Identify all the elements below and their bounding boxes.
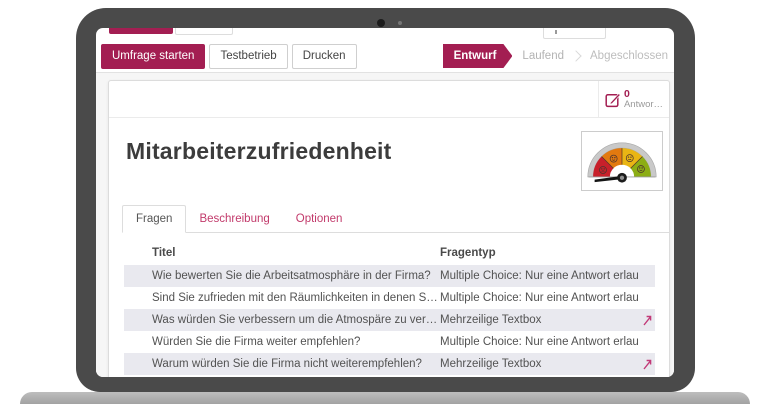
column-fragentyp: Fragentyp [440,247,639,259]
answers-text: 0 Antwor… [624,89,663,110]
table-row[interactable]: Würden Sie die Firma weiter empfehlen? M… [124,331,655,353]
satisfaction-gauge-icon [584,134,660,188]
toolbar-actions: Umfrage starten Testbetrieb Drucken [101,44,357,69]
question-title: Würden Sie die Firma weiter empfehlen? [124,336,440,348]
cutoff-secondary-button[interactable] [175,28,233,35]
test-mode-button[interactable]: Testbetrieb [209,44,287,69]
question-title: Was würden Sie verbessern um die Atmospä… [124,314,440,326]
workflow-steps: Entwurf Laufend Abgeschlossen [443,44,668,68]
table-row[interactable]: Warum würden Sie die Firma nicht weitere… [124,353,655,375]
question-type: Mehrzeilige Textbox [440,314,639,326]
table-body: Wie bewerten Sie die Arbeitsatmosphäre i… [124,265,655,375]
column-titel: Titel [124,247,440,259]
tab-fragen[interactable]: Fragen [122,205,186,233]
question-title: Warum würden Sie die Firma nicht weitere… [124,358,440,370]
table-row[interactable]: Sind Sie zufrieden mit den Räumlichkeite… [124,287,655,309]
cutoff-dropdown[interactable] [543,28,606,39]
edit-pencil-icon [605,91,622,108]
question-type: Multiple Choice: Nur eine Antwort erlaub… [440,336,639,348]
tab-beschreibung[interactable]: Beschreibung [186,206,282,232]
questions-table: Titel Fragentyp Wie bewerten Sie die Arb… [124,241,655,375]
table-header: Titel Fragentyp [124,241,655,265]
card-tabs: Fragen Beschreibung Optionen [122,205,669,233]
workflow-step-abgeschlossen[interactable]: Abgeschlossen [590,50,668,62]
satisfaction-gauge-box [581,131,663,191]
question-type: Multiple Choice: Nur eine Antwort erlaub… [440,292,639,304]
start-survey-button[interactable]: Umfrage starten [101,44,205,69]
answers-badge[interactable]: 0 Antwor… [598,81,669,117]
cutoff-primary-button[interactable] [109,28,173,34]
question-title: Sind Sie zufrieden mit den Räumlichkeite… [124,292,440,304]
print-button[interactable]: Drucken [292,44,357,69]
webcam-icon [377,19,385,27]
row-icon-cell [639,315,655,326]
survey-toolbar: Umfrage starten Testbetrieb Drucken Entw… [96,40,674,73]
chevron-right-icon [570,50,581,61]
webcam-led-icon [398,21,402,25]
branch-logic-icon [643,315,652,326]
branch-logic-icon [643,359,652,370]
table-row[interactable]: Was würden Sie verbessern um die Atmospä… [124,309,655,331]
tab-optionen[interactable]: Optionen [283,206,356,232]
row-icon-cell [639,359,655,370]
survey-card: 0 Antwor… Mitarbeiterzufriedenheit [108,80,670,377]
card-header-strip: 0 Antwor… [109,81,669,118]
answers-count: 0 [624,89,663,99]
workflow-step-laufend[interactable]: Laufend [522,50,564,62]
laptop-base [20,392,750,404]
app-screen: Umfrage starten Testbetrieb Drucken Entw… [96,28,674,377]
question-title: Wie bewerten Sie die Arbeitsatmosphäre i… [124,270,440,282]
dropdown-caret-icon [555,30,557,34]
workflow-step-entwurf[interactable]: Entwurf [443,44,513,68]
answers-label: Antwor… [624,100,663,110]
question-type: Multiple Choice: Nur eine Antwort erlaub… [440,270,639,282]
table-row[interactable]: Wie bewerten Sie die Arbeitsatmosphäre i… [124,265,655,287]
question-type: Mehrzeilige Textbox [440,358,639,370]
